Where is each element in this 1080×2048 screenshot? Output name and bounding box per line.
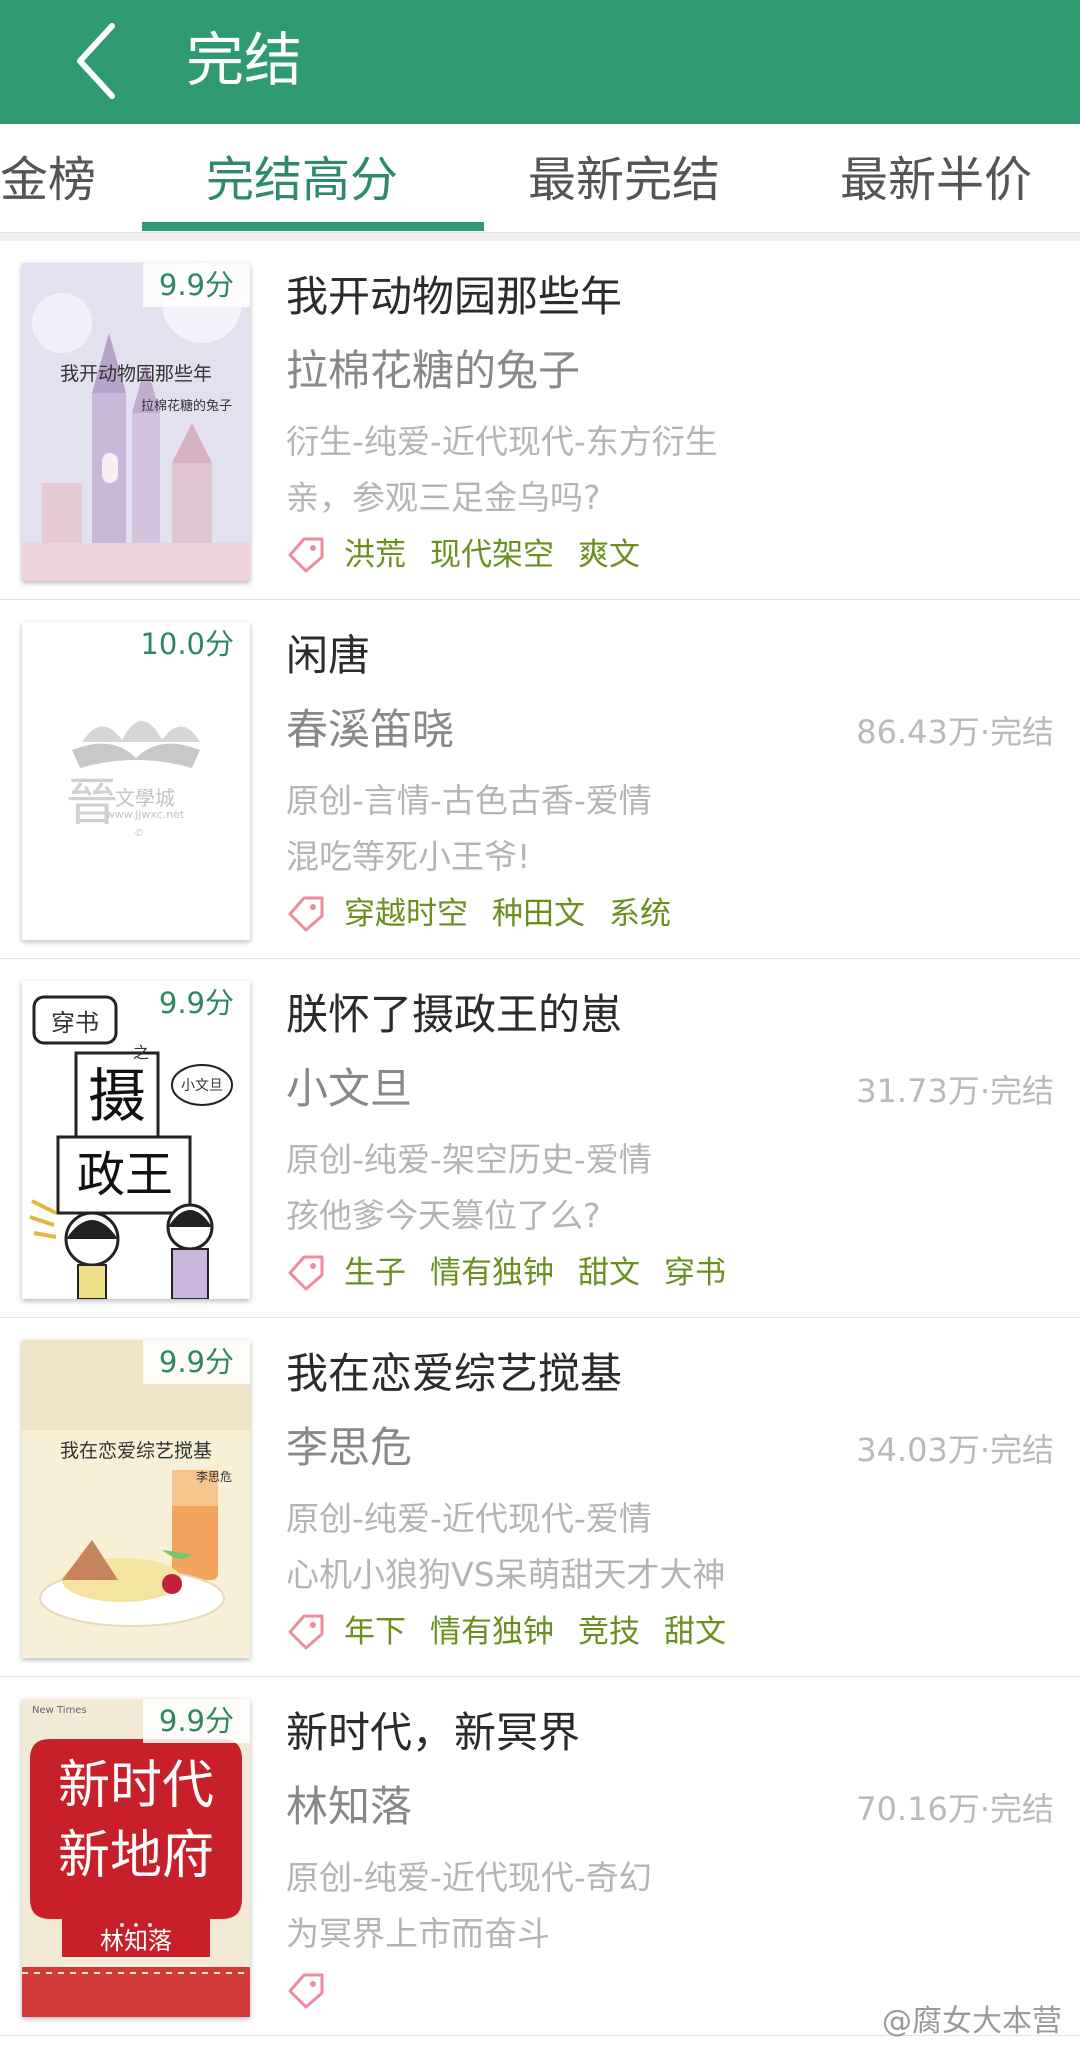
book-intro: 孩他爹今天篡位了么? <box>286 1196 601 1235</box>
book-list: 9.9分 我开动物园那些年 拉棉花糖的兔子 我开动物园那些年 拉棉花糖的兔子 衍… <box>0 241 1080 2036</box>
tag[interactable]: 年下 <box>344 1614 406 1650</box>
book-cover[interactable]: 9.9分 穿书 之 摄 政王 小文旦 <box>22 981 250 1299</box>
score-badge: 9.9分 <box>142 1340 250 1384</box>
book-cover[interactable]: 9.9分 New Times 新时代 新地府 林知落 <box>22 1699 250 2017</box>
tag[interactable]: 甜文 <box>578 1255 640 1291</box>
book-cover[interactable]: 9.9分 我在恋爱综艺搅基 李思危 <box>22 1340 250 1658</box>
cover-title: 我开动物园那些年 <box>59 363 212 385</box>
word-count-status: 34.03万·完结 <box>856 1431 1054 1469</box>
tag[interactable]: 甜文 <box>664 1614 726 1650</box>
cover-author: 拉棉花糖的兔子 <box>140 399 232 414</box>
tab-newly-completed[interactable]: 最新完结 <box>528 150 720 210</box>
cover-illustration <box>22 263 250 581</box>
book-item[interactable]: 9.9分 穿书 之 摄 政王 小文旦 朕怀了摄政王的崽 小文旦 31.73万·完… <box>0 959 1080 1318</box>
cover-text: 摄 <box>87 1062 146 1130</box>
book-author[interactable]: 春溪笛晓 <box>286 702 454 758</box>
word-count-status: 70.16万·完结 <box>856 1790 1054 1828</box>
tag[interactable]: 穿书 <box>664 1255 726 1291</box>
book-intro: 为冥界上市而奋斗 <box>286 1914 550 1953</box>
cover-logo-text: 文學城 <box>115 786 175 810</box>
cover-signature: 小文旦 <box>181 1078 223 1094</box>
tag[interactable]: 穿越时空 <box>344 896 468 932</box>
tab-gold-list[interactable]: 金榜 <box>0 150 96 210</box>
book-item[interactable]: 9.9分 New Times 新时代 新地府 林知落 新时代，新冥界 林知落 7… <box>0 1677 1080 2036</box>
cover-illustration <box>22 1340 250 1658</box>
cover-line-1: 新时代 <box>57 1756 214 1816</box>
book-author[interactable]: 李思危 <box>286 1420 412 1476</box>
back-arrow-icon <box>77 23 115 99</box>
book-title[interactable]: 闲唐 <box>286 628 370 684</box>
book-intro: 亲，参观三足金乌吗? <box>286 478 601 517</box>
back-button[interactable] <box>62 16 142 106</box>
score-badge: 9.9分 <box>142 263 250 307</box>
cover-top-text: New Times <box>32 1705 87 1716</box>
cover-author: 林知落 <box>100 1927 172 1955</box>
cover-url: www.jjwxc.net <box>105 808 185 821</box>
tag-icon <box>288 896 324 932</box>
cover-author: 李思危 <box>195 1470 232 1484</box>
tag[interactable]: 系统 <box>609 896 671 932</box>
tag[interactable]: 生子 <box>344 1255 406 1291</box>
tag[interactable]: 情有独钟 <box>430 1255 554 1291</box>
book-category: 原创-纯爱-近代现代-奇幻 <box>286 1858 652 1897</box>
book-category: 原创-纯爱-近代现代-爱情 <box>286 1499 652 1538</box>
cover-text: 穿书 <box>51 1009 99 1037</box>
tag-icon <box>288 1973 324 2009</box>
book-title[interactable]: 我在恋爱综艺搅基 <box>286 1346 622 1402</box>
tag-icon <box>288 1255 324 1291</box>
book-intro: 混吃等死小王爷! <box>286 837 531 876</box>
svg-text:©: © <box>134 828 144 839</box>
tag[interactable]: 种田文 <box>492 896 585 932</box>
tag[interactable]: 现代架空 <box>430 537 554 573</box>
book-cover[interactable]: 晉 © 10.0分 文學城 www.jjwxc.net <box>22 622 250 940</box>
active-tab-indicator <box>142 222 484 231</box>
tab-newest-half-price[interactable]: 最新半价 <box>840 150 1032 210</box>
book-title[interactable]: 朕怀了摄政王的崽 <box>286 987 622 1043</box>
score-badge: 9.9分 <box>142 1699 250 1743</box>
word-count-status: 86.43万·完结 <box>856 713 1054 751</box>
divider <box>0 233 1080 241</box>
tab-completed-high-score[interactable]: 完结高分 <box>206 150 398 210</box>
word-count-status: 31.73万·完结 <box>856 1072 1054 1110</box>
tag[interactable]: 爽文 <box>578 537 640 573</box>
book-item[interactable]: 9.9分 我开动物园那些年 拉棉花糖的兔子 我开动物园那些年 拉棉花糖的兔子 衍… <box>0 241 1080 600</box>
cover-title: 我在恋爱综艺搅基 <box>59 1440 212 1462</box>
book-cover[interactable]: 9.9分 我开动物园那些年 拉棉花糖的兔子 <box>22 263 250 581</box>
tag-icon <box>288 537 324 573</box>
book-author[interactable]: 拉棉花糖的兔子 <box>286 343 580 399</box>
book-category: 原创-纯爱-架空历史-爱情 <box>286 1140 652 1179</box>
tab-bar: 金榜 完结高分 最新完结 最新半价 <box>0 124 1080 233</box>
book-author[interactable]: 小文旦 <box>286 1061 412 1117</box>
tag[interactable]: 竞技 <box>578 1614 640 1650</box>
book-title[interactable]: 新时代，新冥界 <box>286 1705 580 1761</box>
book-category: 原创-言情-古色古香-爱情 <box>286 781 652 820</box>
tag-icon <box>288 1614 324 1650</box>
app-bar: 完结 <box>0 0 1080 124</box>
page-title: 完结 <box>186 26 303 94</box>
book-author[interactable]: 林知落 <box>286 1779 412 1835</box>
book-category: 衍生-纯爱-近代现代-东方衍生 <box>286 422 718 461</box>
cover-text: 政王 <box>76 1147 173 1203</box>
cover-line-2: 新地府 <box>57 1826 214 1886</box>
book-title[interactable]: 我开动物园那些年 <box>286 269 622 325</box>
watermark: @腐女大本营 <box>882 2004 1062 2039</box>
tag[interactable]: 情有独钟 <box>430 1614 554 1650</box>
book-item[interactable]: 晉 © 10.0分 文學城 www.jjwxc.net 闲唐 春溪笛晓 86.4… <box>0 600 1080 959</box>
score-badge: 10.0分 <box>124 622 250 666</box>
cover-illustration: 晉 © <box>22 622 250 940</box>
tag[interactable]: 洪荒 <box>344 537 406 573</box>
book-item[interactable]: 9.9分 我在恋爱综艺搅基 李思危 我在恋爱综艺搅基 李思危 34.03万·完结… <box>0 1318 1080 1677</box>
book-intro: 心机小狼狗VS呆萌甜天才大神 <box>286 1555 726 1594</box>
score-badge: 9.9分 <box>142 981 250 1025</box>
